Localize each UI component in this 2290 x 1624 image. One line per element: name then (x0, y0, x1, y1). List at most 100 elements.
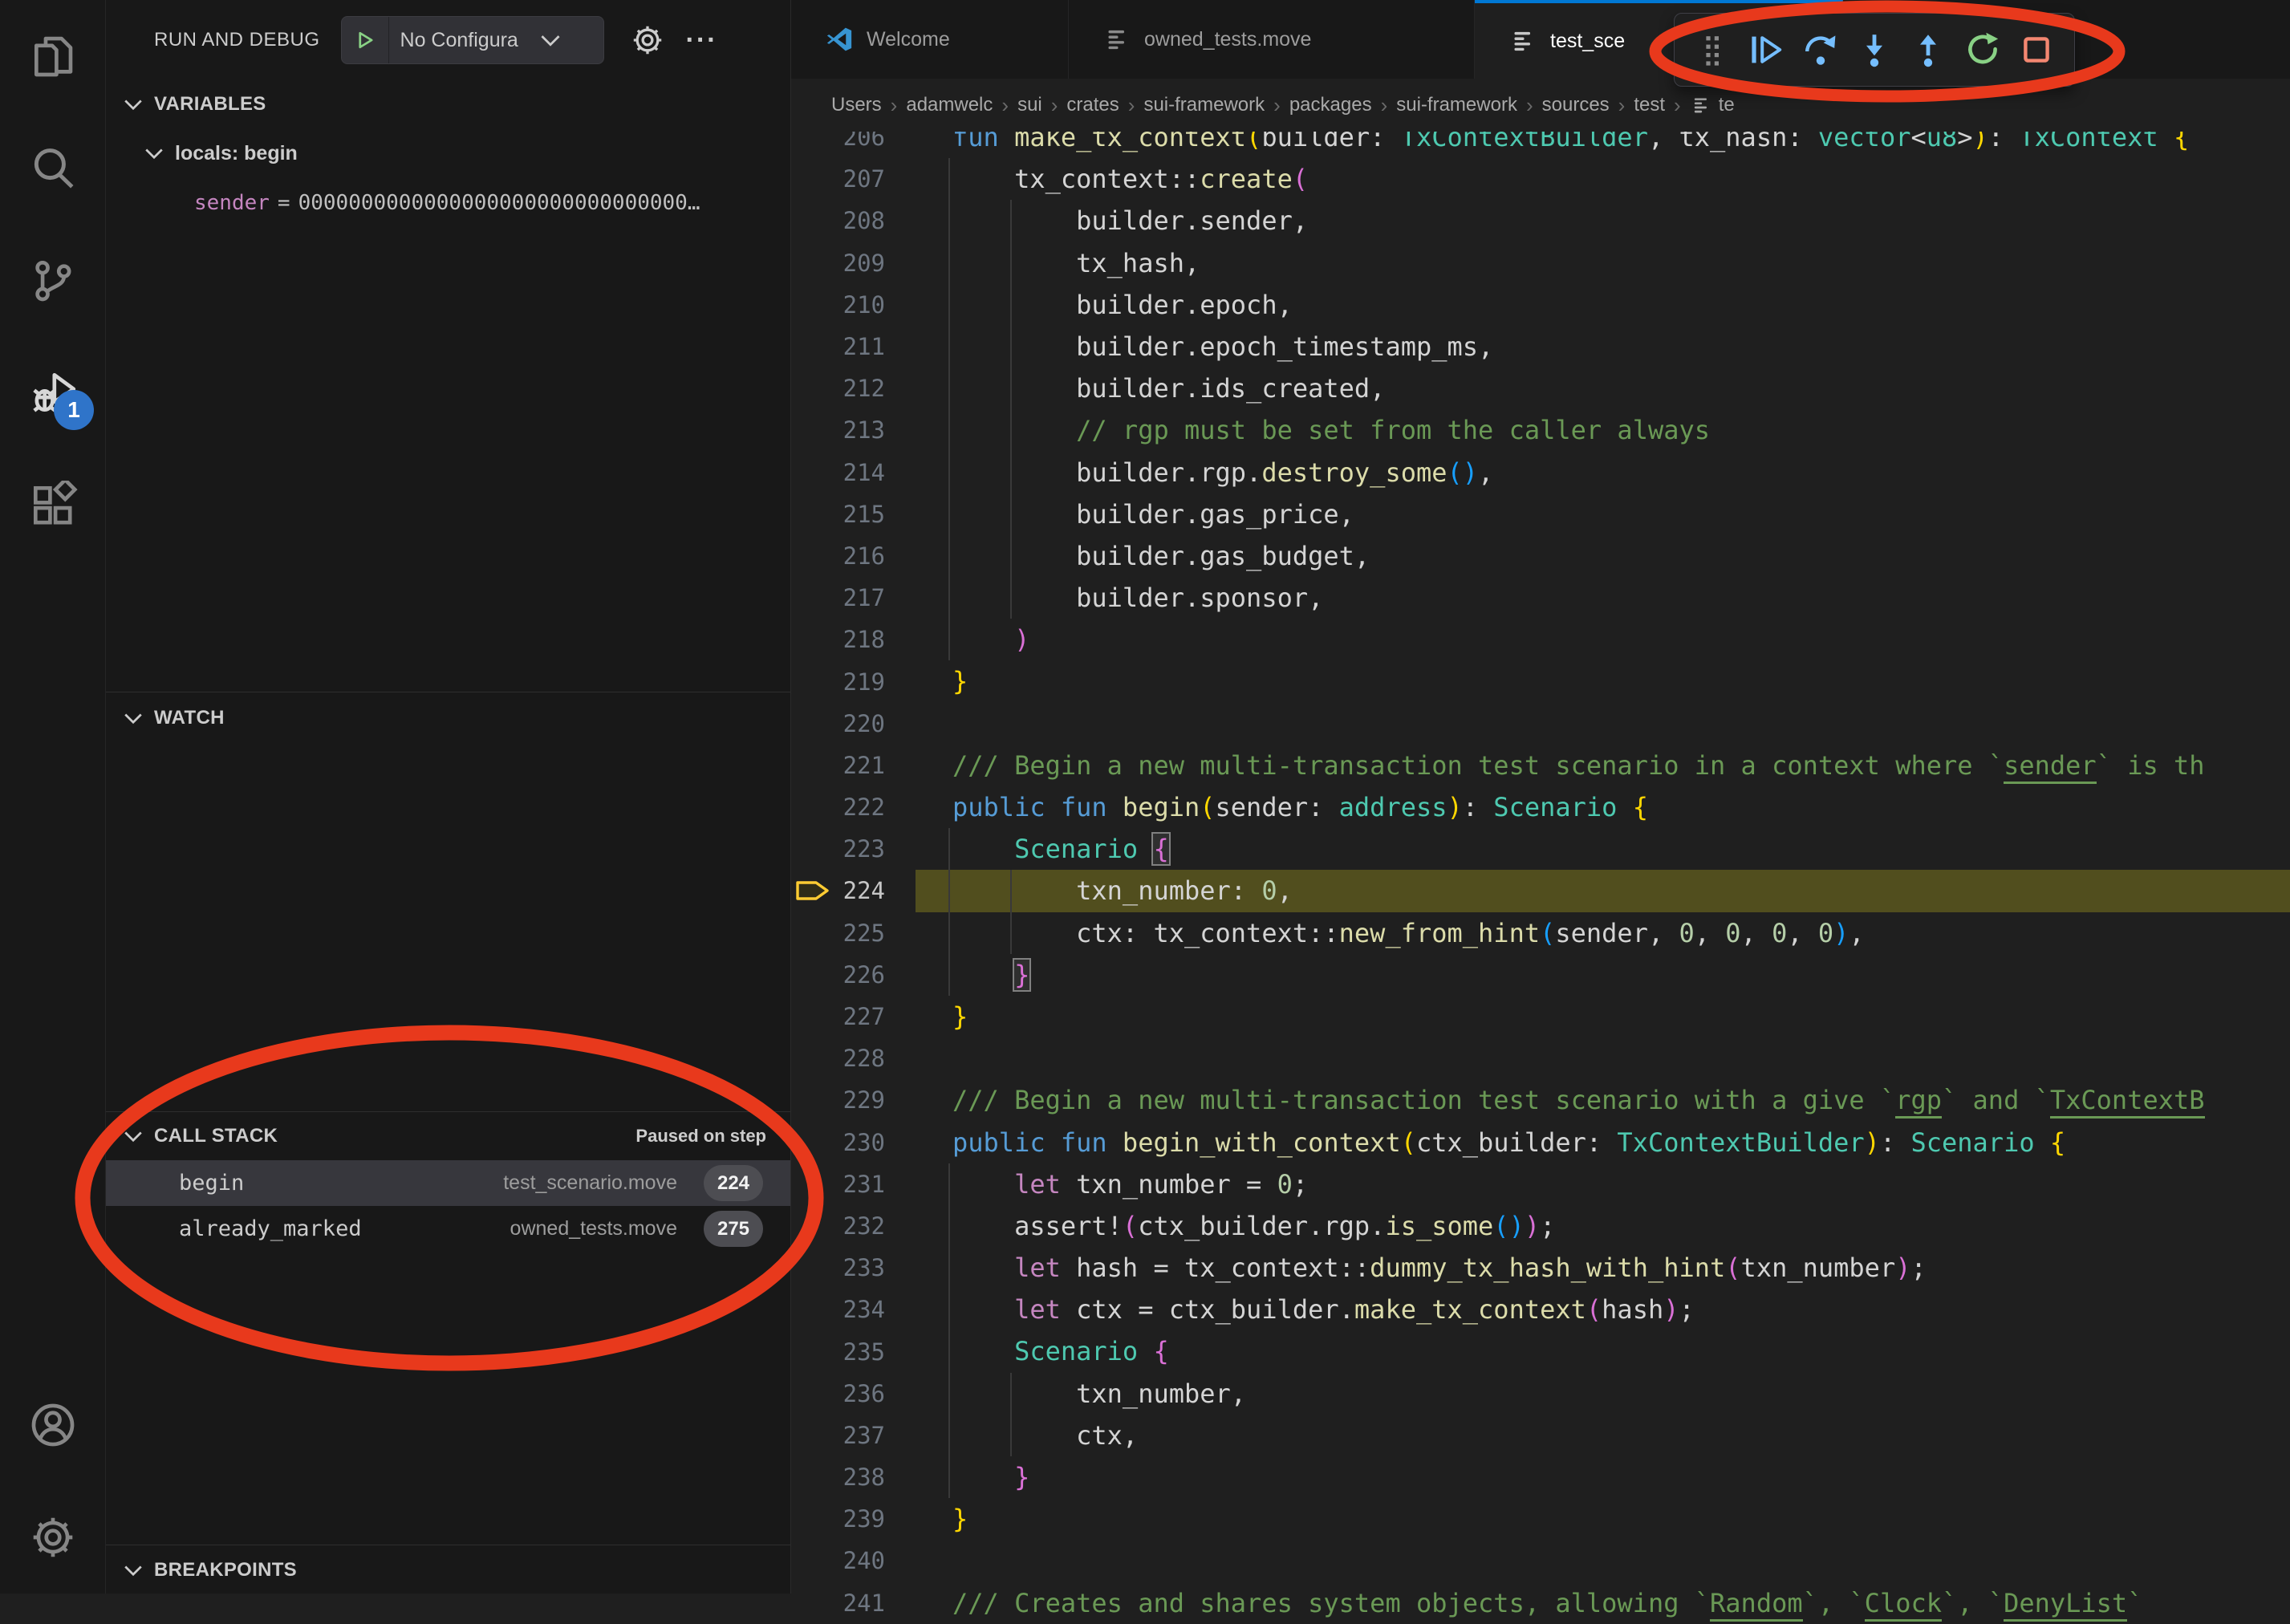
activity-item-settings[interactable] (0, 1481, 105, 1594)
line-number[interactable]: 232 (843, 1212, 916, 1240)
line-content[interactable]: let ctx = ctx_builder.make_tx_context(ha… (916, 1289, 2290, 1330)
line-content[interactable] (916, 703, 2290, 745)
line-number[interactable]: 207 (843, 165, 916, 193)
line-content[interactable]: ctx: tx_context::new_from_hint(sender, 0… (916, 912, 2290, 954)
line-content[interactable]: Scenario { (916, 1330, 2290, 1372)
activity-item-source-control[interactable] (0, 225, 105, 337)
line-content[interactable]: // rgp must be set from the caller alway… (916, 409, 2290, 451)
line-content[interactable]: let hash = tx_context::dummy_tx_hash_wit… (916, 1247, 2290, 1289)
line-content[interactable]: /// Creates and shares system objects, a… (916, 1582, 2290, 1624)
breadcrumb-item[interactable]: adamwelc (906, 94, 993, 116)
line-number[interactable]: 220 (843, 710, 916, 737)
line-content[interactable]: builder.ids_created, (916, 367, 2290, 409)
activity-item-accounts[interactable] (0, 1369, 105, 1481)
line-number[interactable]: 234 (843, 1296, 916, 1323)
breadcrumb-item[interactable]: sui-framework (1143, 94, 1265, 116)
line-number[interactable]: 208 (843, 207, 916, 234)
code-editor[interactable]: 206fun make_tx_context(builder: TxContex… (791, 116, 2290, 1624)
line-number[interactable]: 215 (843, 501, 916, 528)
breadcrumb-item[interactable]: sui-framework (1396, 94, 1517, 116)
line-number[interactable]: 239 (843, 1505, 916, 1533)
line-number[interactable]: 224 (843, 877, 916, 904)
activity-item-run-and-debug[interactable]: 1 (0, 337, 105, 449)
line-content[interactable]: tx_context::create( (916, 158, 2290, 200)
line-content[interactable]: /// Begin a new multi-transaction test s… (916, 1079, 2290, 1121)
breadcrumb-item[interactable]: sources (1542, 94, 1610, 116)
line-number[interactable]: 237 (843, 1422, 916, 1449)
line-number[interactable]: 209 (843, 250, 916, 277)
more-actions-icon[interactable]: ··· (686, 25, 718, 56)
line-content[interactable]: ctx, (916, 1415, 2290, 1456)
call-stack-section-header[interactable]: CALL STACK Paused on step (106, 1112, 790, 1160)
tab-welcome[interactable]: Welcome (791, 0, 1069, 79)
debug-settings-gear-icon[interactable] (630, 22, 665, 58)
line-content[interactable]: txn_number: 0, (916, 870, 2290, 911)
line-number[interactable]: 240 (843, 1547, 916, 1574)
line-content[interactable] (916, 1540, 2290, 1581)
breadcrumb-item[interactable]: Users (831, 94, 882, 116)
activity-item-search[interactable] (0, 112, 105, 225)
line-content[interactable]: let txn_number = 0; (916, 1163, 2290, 1205)
breadcrumb-item[interactable]: packages (1289, 94, 1372, 116)
line-content[interactable]: builder.gas_price, (916, 493, 2290, 535)
line-number[interactable]: 236 (843, 1380, 916, 1407)
line-content[interactable]: assert!(ctx_builder.rgp.is_some()); (916, 1205, 2290, 1247)
line-number[interactable]: 230 (843, 1129, 916, 1156)
breakpoints-section-header[interactable]: BREAKPOINTS (106, 1545, 790, 1594)
breadcrumb-item[interactable]: crates (1066, 94, 1119, 116)
line-content[interactable]: } (916, 1456, 2290, 1498)
line-number[interactable]: 210 (843, 291, 916, 319)
line-content[interactable]: builder.epoch_timestamp_ms, (916, 326, 2290, 367)
line-content[interactable]: } (916, 1498, 2290, 1540)
start-debug-icon[interactable] (342, 17, 389, 63)
line-content[interactable]: builder.sender, (916, 200, 2290, 242)
breadcrumb-item[interactable]: test (1634, 94, 1665, 116)
line-number[interactable]: 227 (843, 1003, 916, 1030)
variables-scope-row[interactable]: locals: begin (106, 128, 790, 178)
line-content[interactable]: } (916, 954, 2290, 996)
line-number[interactable]: 223 (843, 835, 916, 863)
breadcrumb-item[interactable]: sui (1017, 94, 1042, 116)
restart-button[interactable] (1958, 25, 2008, 75)
line-number[interactable]: 214 (843, 459, 916, 486)
line-number[interactable]: 235 (843, 1338, 916, 1366)
line-content[interactable]: ) (916, 619, 2290, 660)
line-number[interactable]: 225 (843, 920, 916, 947)
line-number[interactable]: 233 (843, 1254, 916, 1281)
line-number[interactable]: 238 (843, 1464, 916, 1491)
tab-owned-tests-move[interactable]: owned_tests.move (1069, 0, 1475, 79)
debug-config-dropdown[interactable]: No Configura (341, 16, 604, 64)
line-content[interactable]: Scenario { (916, 828, 2290, 870)
line-number[interactable]: 229 (843, 1086, 916, 1114)
variable-row[interactable]: sender=0000000000000000000000000000000… (106, 178, 790, 228)
line-content[interactable]: public fun begin(sender: address): Scena… (916, 786, 2290, 828)
step-over-button[interactable] (1796, 25, 1845, 75)
line-number[interactable]: 222 (843, 794, 916, 821)
breadcrumb-file[interactable]: te (1690, 94, 1735, 116)
line-number[interactable]: 216 (843, 542, 916, 570)
line-number[interactable]: 218 (843, 626, 916, 653)
line-content[interactable]: /// Begin a new multi-transaction test s… (916, 745, 2290, 786)
line-content[interactable]: } (916, 996, 2290, 1037)
line-number[interactable]: 212 (843, 375, 916, 402)
line-content[interactable] (916, 1037, 2290, 1079)
watch-section-header[interactable]: WATCH (106, 692, 790, 744)
line-content[interactable]: builder.epoch, (916, 284, 2290, 326)
activity-item-explorer[interactable] (0, 0, 105, 112)
line-number[interactable]: 211 (843, 333, 916, 360)
line-content[interactable]: builder.rgp.destroy_some(), (916, 452, 2290, 493)
line-number[interactable]: 221 (843, 752, 916, 779)
line-number[interactable]: 226 (843, 961, 916, 989)
toolbar-drag-handle[interactable] (1687, 25, 1737, 75)
activity-item-extensions[interactable] (0, 449, 105, 562)
call-stack-frame[interactable]: begintest_scenario.move224 (106, 1160, 790, 1206)
variables-section-header[interactable]: VARIABLES (106, 80, 790, 128)
line-number[interactable]: 217 (843, 584, 916, 611)
step-out-button[interactable] (1903, 25, 1953, 75)
line-number[interactable]: 219 (843, 668, 916, 696)
line-content[interactable]: public fun begin_with_context(ctx_builde… (916, 1122, 2290, 1163)
step-into-button[interactable] (1849, 25, 1899, 75)
line-content[interactable]: builder.sponsor, (916, 577, 2290, 619)
line-content[interactable]: } (916, 660, 2290, 702)
line-number[interactable]: 213 (843, 416, 916, 444)
